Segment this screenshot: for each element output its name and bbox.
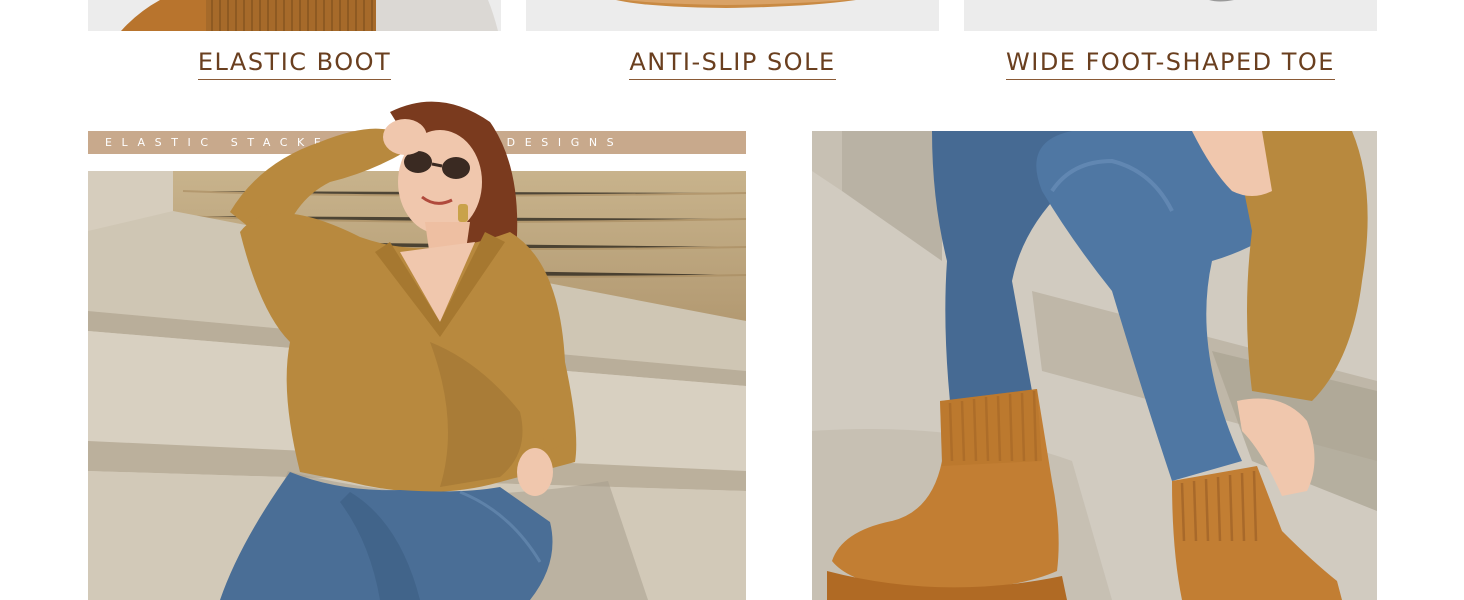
feature-caption-anti-slip-sole: ANTI-SLIP SOLE [526,46,939,82]
feature-image-anti-slip-sole [526,0,939,31]
caption-text: WIDE FOOT-SHAPED TOE [1006,46,1335,80]
lifestyle-photo-seated [88,171,746,600]
caption-text: ELASTIC BOOT [197,46,392,80]
feature-caption-elastic-boot: ELASTIC BOOT [88,46,501,82]
design-banner: ELASTIC STACKED STRAIGHT DESIGNS [88,131,746,154]
lifestyle-photo-boots [812,131,1377,600]
feature-image-wide-toe [964,0,1377,31]
caption-text: ANTI-SLIP SOLE [629,46,836,80]
banner-text: ELASTIC STACKED STRAIGHT DESIGNS [105,136,624,149]
feature-image-elastic-boot [88,0,501,31]
feature-caption-wide-toe: WIDE FOOT-SHAPED TOE [964,46,1377,82]
